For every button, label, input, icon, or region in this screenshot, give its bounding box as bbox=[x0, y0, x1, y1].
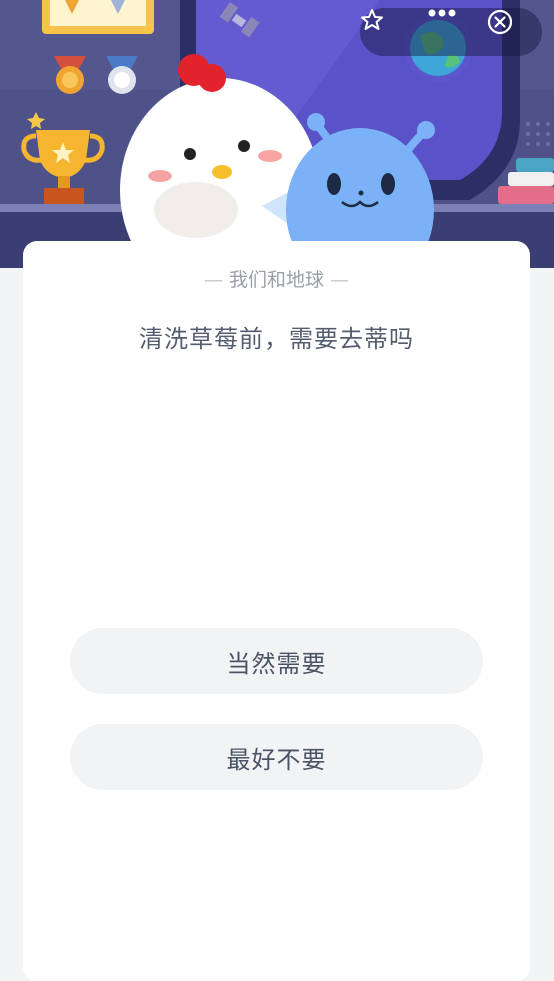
answer-option-label: 当然需要 bbox=[226, 649, 327, 678]
favorite-button[interactable] bbox=[360, 8, 408, 56]
more-button[interactable] bbox=[427, 8, 475, 56]
header-banner bbox=[0, 0, 554, 268]
more-dots-icon bbox=[428, 9, 456, 17]
answer-option-1[interactable]: 当然需要 bbox=[70, 628, 483, 694]
answer-option-label: 最好不要 bbox=[226, 745, 327, 774]
star-outline-icon bbox=[361, 9, 383, 30]
answer-option-2[interactable]: 最好不要 bbox=[70, 724, 483, 790]
divider-right: — bbox=[330, 269, 349, 291]
silver-medal-icon bbox=[106, 56, 138, 94]
bronze-medal-icon bbox=[54, 56, 86, 94]
quiz-category-label: 我们和地球 bbox=[228, 269, 324, 291]
close-button[interactable] bbox=[486, 8, 534, 56]
divider-left: — bbox=[203, 269, 223, 291]
miniprogram-capsule bbox=[360, 8, 542, 56]
award-frame bbox=[42, 0, 154, 34]
quiz-card: — 我们和地球 — 清洗草莓前，需要去蒂吗 当然需要 最好不要 bbox=[23, 241, 530, 981]
quiz-question: 清洗草莓前，需要去蒂吗 bbox=[139, 325, 414, 353]
close-circle-icon bbox=[487, 9, 513, 35]
quiz-category: — 我们和地球 — bbox=[23, 265, 530, 292]
